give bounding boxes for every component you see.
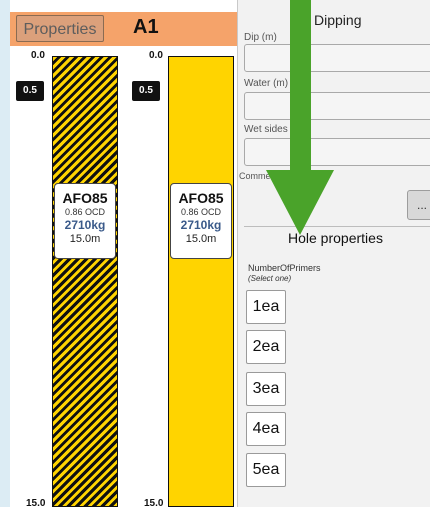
- comments-label: Comme: [239, 171, 271, 181]
- app-window: Properties A1 0.0 0.5 15.0 AFO85 0.86 OC…: [10, 0, 430, 507]
- explosive-column-solid[interactable]: [168, 56, 234, 507]
- dip-input[interactable]: [244, 44, 430, 72]
- hole-name: A1: [133, 16, 159, 38]
- more-options-button[interactable]: ...: [407, 190, 430, 220]
- column-info-card[interactable]: AFO85 0.86 OCD 2710kg 15.0m: [54, 183, 116, 259]
- weight-value: 2710kg: [64, 218, 106, 232]
- properties-panel: Dipping Dip (m) Water (m) Wet sides ( Co…: [237, 0, 430, 507]
- weight-value: 2710kg: [180, 218, 222, 232]
- number-of-primers-label: NumberOfPrimers: [248, 263, 321, 273]
- properties-button[interactable]: Properties: [16, 15, 104, 42]
- primers-option-2[interactable]: 2ea: [246, 330, 286, 364]
- depth-marker-badge[interactable]: 0.5: [16, 81, 44, 101]
- product-code: AFO85: [178, 190, 224, 206]
- depth-marker-badge[interactable]: 0.5: [132, 81, 160, 101]
- column-info-card[interactable]: AFO85 0.86 OCD 2710kg 15.0m: [170, 183, 232, 259]
- dipping-title: Dipping: [314, 12, 362, 28]
- depth-top-label: 0.0: [149, 50, 163, 61]
- wet-sides-input[interactable]: [244, 138, 430, 166]
- hole-header: Properties A1: [10, 12, 237, 46]
- primers-option-4[interactable]: 4ea: [246, 412, 286, 446]
- product-code: AFO85: [62, 190, 108, 206]
- primers-option-5[interactable]: 5ea: [246, 453, 286, 487]
- select-one-hint: (Select one): [248, 274, 292, 283]
- depth-bottom-label: 15.0: [144, 498, 164, 507]
- depth-bottom-label: 15.0: [26, 498, 46, 507]
- primers-option-3[interactable]: 3ea: [246, 372, 286, 406]
- wet-sides-label: Wet sides (: [244, 124, 294, 135]
- primers-option-1[interactable]: 1ea: [246, 290, 286, 324]
- hole-diagram-panel: Properties A1 0.0 0.5 15.0 AFO85 0.86 OC…: [10, 0, 237, 507]
- ocd-value: 0.86 OCD: [180, 207, 222, 217]
- section-divider: [244, 226, 430, 227]
- water-label: Water (m): [244, 78, 289, 89]
- hole-properties-title: Hole properties: [288, 230, 383, 246]
- length-value: 15.0m: [185, 233, 217, 245]
- ocd-value: 0.86 OCD: [64, 207, 106, 217]
- depth-top-label: 0.0: [31, 50, 45, 61]
- length-value: 15.0m: [69, 233, 101, 245]
- dip-label: Dip (m): [244, 32, 277, 43]
- explosive-column-hatched[interactable]: [52, 56, 118, 507]
- water-input[interactable]: [244, 92, 430, 120]
